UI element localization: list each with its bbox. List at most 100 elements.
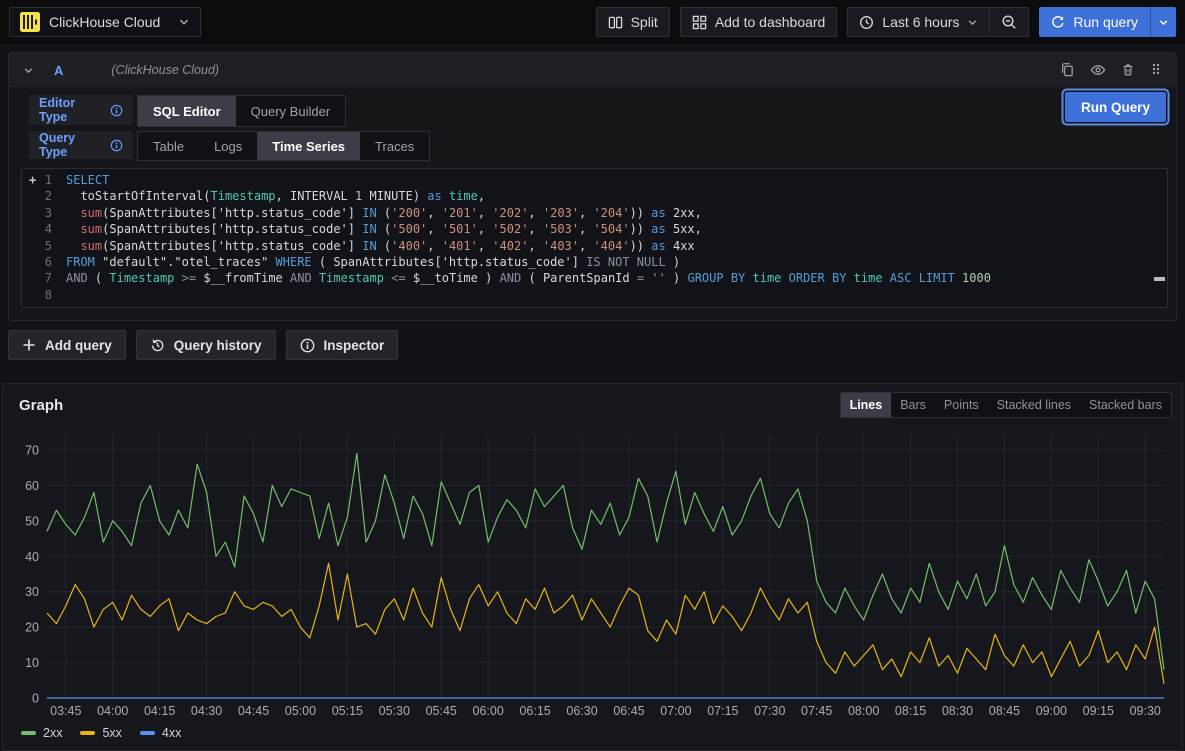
graph-panel-title: Graph xyxy=(13,397,63,414)
graph-panel-header: Graph Lines Bars Points Stacked lines St… xyxy=(13,392,1172,418)
code-line[interactable]: 4 sum(SpanAttributes['http.status_code']… xyxy=(22,221,1167,237)
svg-text:03:45: 03:45 xyxy=(50,704,81,718)
info-icon[interactable] xyxy=(110,104,123,117)
delete-query-trash-icon[interactable] xyxy=(1121,62,1135,78)
query-type-option-logs[interactable]: Logs xyxy=(199,132,257,160)
history-icon xyxy=(150,338,165,353)
editor-type-option-query-builder[interactable]: Query Builder xyxy=(236,96,345,126)
code-line[interactable]: 3 sum(SpanAttributes['http.status_code']… xyxy=(22,205,1167,221)
graph-style-option-bars[interactable]: Bars xyxy=(891,393,935,417)
query-row-panel: A (ClickHouse Cloud) Run Query Editor Ty… xyxy=(8,52,1177,321)
info-icon[interactable] xyxy=(110,139,123,152)
graph-style-option-points[interactable]: Points xyxy=(935,393,988,417)
code-line[interactable]: 5 sum(SpanAttributes['http.status_code']… xyxy=(22,238,1167,254)
sql-code-editor[interactable]: +1SELECT2 toStartOfInterval(Timestamp, I… xyxy=(21,168,1168,308)
editor-type-radio-group: SQL Editor Query Builder xyxy=(137,95,346,127)
glyph-margin-plus-icon: + xyxy=(29,172,36,188)
query-type-label-box: Query Type xyxy=(29,131,133,159)
collapse-chevron-icon[interactable] xyxy=(23,65,34,76)
svg-text:50: 50 xyxy=(25,514,39,528)
plus-icon xyxy=(22,338,36,352)
legend-label: 2xx xyxy=(43,726,62,740)
legend-item-2xx[interactable]: 2xx xyxy=(21,726,62,740)
svg-text:08:15: 08:15 xyxy=(895,704,926,718)
code-text: sum(SpanAttributes['http.status_code'] I… xyxy=(66,221,702,237)
svg-text:06:45: 06:45 xyxy=(613,704,644,718)
graph-style-option-stacked-lines[interactable]: Stacked lines xyxy=(988,393,1080,417)
line-number: 4 xyxy=(22,221,66,237)
query-row-header[interactable]: A (ClickHouse Cloud) xyxy=(9,53,1176,87)
datasource-picker[interactable]: ClickHouse Cloud xyxy=(9,7,201,37)
inspector-label: Inspector xyxy=(324,338,385,353)
editor-type-label-box: Editor Type xyxy=(29,95,133,125)
dashboard-grid-icon xyxy=(692,15,707,30)
duplicate-query-icon[interactable] xyxy=(1060,62,1075,78)
svg-text:05:00: 05:00 xyxy=(285,704,316,718)
svg-text:07:15: 07:15 xyxy=(707,704,738,718)
legend-item-5xx[interactable]: 5xx xyxy=(80,726,121,740)
query-type-row: Query Type Table Logs Time Series Traces xyxy=(29,131,1168,161)
svg-text:20: 20 xyxy=(25,621,39,635)
add-query-button[interactable]: Add query xyxy=(8,330,126,360)
query-history-label: Query history xyxy=(174,338,262,353)
graph-style-option-stacked-bars[interactable]: Stacked bars xyxy=(1080,393,1171,417)
query-type-option-table[interactable]: Table xyxy=(138,132,199,160)
drag-handle-icon[interactable] xyxy=(1150,62,1162,78)
timeseries-chart[interactable]: 01020304050607003:4504:0004:1504:3004:45… xyxy=(13,422,1172,722)
run-query-options-caret[interactable] xyxy=(1150,7,1176,37)
query-type-label: Query Type xyxy=(39,131,102,159)
svg-text:0: 0 xyxy=(32,692,39,706)
clock-icon xyxy=(859,15,874,30)
code-text: AND ( Timestamp >= $__fromTime AND Times… xyxy=(66,270,991,286)
query-history-button[interactable]: Query history xyxy=(136,330,276,360)
time-range-button[interactable]: Last 6 hours xyxy=(847,7,990,37)
line-number: 7 xyxy=(22,270,66,286)
code-line[interactable]: 7AND ( Timestamp >= $__fromTime AND Time… xyxy=(22,270,1167,286)
query-type-option-traces[interactable]: Traces xyxy=(360,132,429,160)
code-text: FROM "default"."otel_traces" WHERE ( Spa… xyxy=(66,254,680,270)
legend-label: 4xx xyxy=(162,726,181,740)
info-circle-icon xyxy=(300,338,315,353)
line-number: 6 xyxy=(22,254,66,270)
sql-code-lines: +1SELECT2 toStartOfInterval(Timestamp, I… xyxy=(22,172,1167,303)
graph-style-radio-group: Lines Bars Points Stacked lines Stacked … xyxy=(840,392,1172,418)
svg-text:06:30: 06:30 xyxy=(566,704,597,718)
split-button[interactable]: Split xyxy=(596,7,670,37)
hide-query-eye-icon[interactable] xyxy=(1090,62,1106,78)
chart-area[interactable]: 01020304050607003:4504:0004:1504:3004:45… xyxy=(13,422,1172,722)
code-text: toStartOfInterval(Timestamp, INTERVAL 1 … xyxy=(66,188,485,204)
svg-text:05:15: 05:15 xyxy=(332,704,363,718)
code-line[interactable]: 6FROM "default"."otel_traces" WHERE ( Sp… xyxy=(22,254,1167,270)
query-ref-id[interactable]: A xyxy=(54,63,63,78)
svg-text:04:00: 04:00 xyxy=(97,704,128,718)
run-query-editor-button[interactable]: Run Query xyxy=(1065,92,1166,122)
code-line[interactable]: 2 toStartOfInterval(Timestamp, INTERVAL … xyxy=(22,188,1167,204)
toolbar-actions: Split Add to dashboard Last 6 hours xyxy=(596,7,1176,37)
legend-item-4xx[interactable]: 4xx xyxy=(140,726,181,740)
code-line[interactable]: 8 xyxy=(22,287,1167,303)
line-number: 5 xyxy=(22,238,66,254)
explore-toolbar: ClickHouse Cloud Split Add to dashboard … xyxy=(0,0,1185,44)
svg-text:40: 40 xyxy=(25,550,39,564)
svg-text:70: 70 xyxy=(25,443,39,457)
refresh-icon xyxy=(1051,15,1065,29)
svg-text:30: 30 xyxy=(25,585,39,599)
code-line[interactable]: +1SELECT xyxy=(22,172,1167,188)
series-5xx xyxy=(47,563,1164,684)
editor-type-option-sql-editor[interactable]: SQL Editor xyxy=(138,96,236,126)
editor-scrollbar[interactable] xyxy=(1154,277,1165,281)
svg-text:08:30: 08:30 xyxy=(942,704,973,718)
add-to-dashboard-button[interactable]: Add to dashboard xyxy=(680,7,838,37)
inspector-button[interactable]: Inspector xyxy=(286,330,399,360)
graph-style-option-lines[interactable]: Lines xyxy=(841,393,892,417)
run-query-button[interactable]: Run query xyxy=(1039,7,1150,37)
svg-text:10: 10 xyxy=(25,656,39,670)
svg-text:60: 60 xyxy=(25,479,39,493)
query-type-option-time-series[interactable]: Time Series xyxy=(257,132,360,160)
zoom-out-button[interactable] xyxy=(990,7,1029,37)
run-query-label: Run query xyxy=(1073,14,1138,30)
code-text: SELECT xyxy=(66,172,109,188)
svg-text:09:00: 09:00 xyxy=(1036,704,1067,718)
time-range-label: Last 6 hours xyxy=(882,14,959,30)
graph-panel: Graph Lines Bars Points Stacked lines St… xyxy=(2,383,1183,751)
